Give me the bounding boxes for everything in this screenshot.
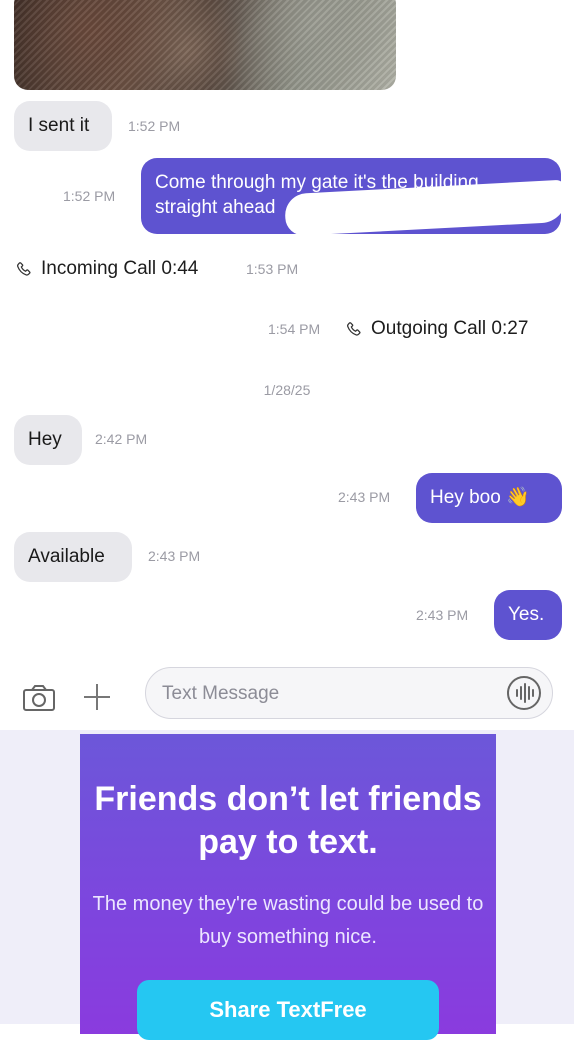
message-bubble-outgoing[interactable]: Hey boo 👋 <box>416 473 562 523</box>
phone-icon <box>17 261 31 276</box>
message-time: 2:43 PM <box>148 548 201 564</box>
ad-banner: Friends don’t let friends pay to text. T… <box>0 730 574 1040</box>
message-time: 1:52 PM <box>63 188 116 204</box>
ad-headline: Friends don’t let friends pay to text. <box>94 780 482 862</box>
plus-icon[interactable] <box>80 680 114 714</box>
message-time: 1:52 PM <box>128 118 181 134</box>
call-log-outgoing[interactable]: Outgoing Call 0:27 <box>346 318 528 340</box>
message-bubble-incoming[interactable]: Available <box>14 532 132 582</box>
photo-message[interactable] <box>14 0 396 90</box>
voice-icon[interactable] <box>506 675 542 711</box>
share-textfree-button[interactable]: Share TextFree <box>137 980 439 1040</box>
message-text: I sent it <box>28 115 90 136</box>
ad-body: The money they're wasting could be used … <box>92 893 484 948</box>
message-time: 1:53 PM <box>246 261 299 277</box>
message-time: 2:42 PM <box>95 431 148 447</box>
photo-texture <box>14 0 396 90</box>
message-text: Yes. <box>508 604 545 625</box>
message-text: Hey boo 👋 <box>430 487 530 508</box>
call-text: Outgoing Call 0:27 <box>371 318 529 339</box>
message-bubble-incoming[interactable]: I sent it <box>14 101 112 151</box>
message-input-container[interactable] <box>145 667 553 719</box>
message-text: Hey <box>28 429 62 450</box>
call-text: Incoming Call 0:44 <box>41 258 199 279</box>
message-input[interactable] <box>160 680 494 708</box>
message-time: 2:43 PM <box>416 607 469 623</box>
message-bubble-outgoing[interactable]: Yes. <box>494 590 562 640</box>
ad-card[interactable]: Friends don’t let friends pay to text. T… <box>80 734 496 1040</box>
message-time: 1:54 PM <box>268 321 321 337</box>
call-log-incoming[interactable]: Incoming Call 0:44 <box>16 258 198 280</box>
message-time: 2:43 PM <box>338 489 391 505</box>
message-bubble-incoming[interactable]: Hey <box>14 415 82 465</box>
camera-icon[interactable] <box>22 683 56 713</box>
date-separator: 1/28/25 <box>263 382 311 398</box>
phone-icon <box>347 321 361 336</box>
message-text: Available <box>28 546 105 567</box>
